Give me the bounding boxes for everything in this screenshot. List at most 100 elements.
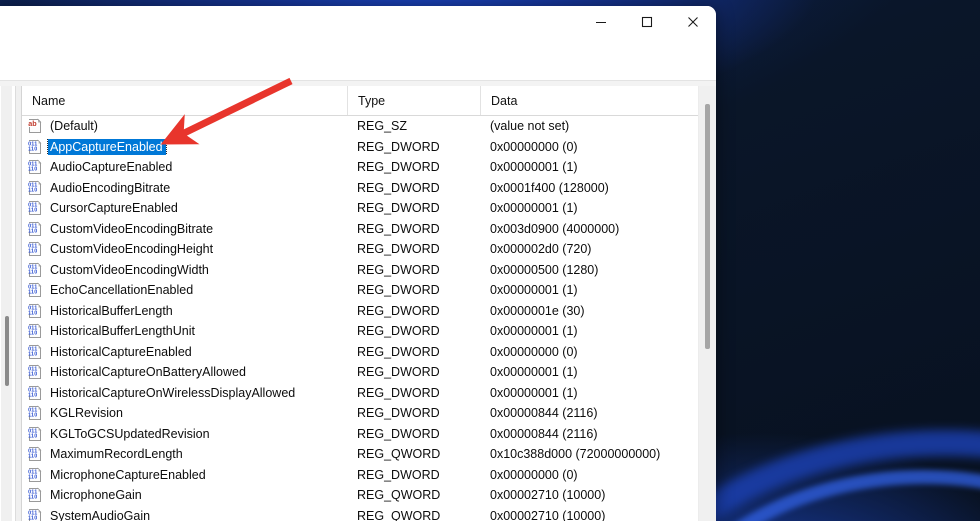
cell-name[interactable]: 011110CustomVideoEncodingHeight <box>22 241 347 257</box>
cell-name[interactable]: 011110SystemAudioGain <box>22 508 347 521</box>
table-row[interactable]: 011110CustomVideoEncodingHeightREG_DWORD… <box>22 239 716 260</box>
list-column-header: Name Type Data <box>22 86 716 116</box>
close-button[interactable] <box>670 6 716 38</box>
cell-name[interactable]: 011110HistoricalBufferLength <box>22 303 347 319</box>
cell-name[interactable]: 011110AudioCaptureEnabled <box>22 159 347 175</box>
value-type-label: REG_DWORD <box>347 365 480 379</box>
cell-name[interactable]: 011110HistoricalCaptureOnWirelessDisplay… <box>22 385 347 401</box>
value-type-label: REG_DWORD <box>347 345 480 359</box>
cell-name[interactable]: 011110CursorCaptureEnabled <box>22 200 347 216</box>
value-data-label: 0x00002710 (10000) <box>480 488 716 502</box>
binary-value-icon: 011110 <box>27 364 43 380</box>
cell-name[interactable]: 011110CustomVideoEncodingWidth <box>22 262 347 278</box>
value-data-label: 0x0000001e (30) <box>480 304 716 318</box>
table-row[interactable]: 011110AudioEncodingBitrateREG_DWORD0x000… <box>22 178 716 199</box>
table-row[interactable]: 011110KGLToGCSUpdatedRevisionREG_DWORD0x… <box>22 424 716 445</box>
binary-value-icon: 011110 <box>27 139 43 155</box>
cell-name[interactable]: 011110KGLRevision <box>22 405 347 421</box>
value-name-label: AudioEncodingBitrate <box>48 180 173 196</box>
string-value-icon: ab <box>27 118 43 134</box>
cell-name[interactable]: 011110KGLToGCSUpdatedRevision <box>22 426 347 442</box>
svg-text:110: 110 <box>28 310 37 316</box>
table-row[interactable]: 011110AppCaptureEnabledREG_DWORD0x000000… <box>22 137 716 158</box>
table-row[interactable]: 011110SystemAudioGainREG_QWORD0x00002710… <box>22 506 716 521</box>
binary-value-icon: 011110 <box>27 446 43 462</box>
table-row[interactable]: 011110MaximumRecordLengthREG_QWORD0x10c3… <box>22 444 716 465</box>
value-name-label: KGLRevision <box>48 405 126 421</box>
maximize-button[interactable] <box>624 6 670 38</box>
value-name-label: HistoricalCaptureOnBatteryAllowed <box>48 364 249 380</box>
column-header-type-label: Type <box>358 94 385 108</box>
table-row[interactable]: 011110CursorCaptureEnabledREG_DWORD0x000… <box>22 198 716 219</box>
binary-value-icon: 011110 <box>27 221 43 237</box>
value-data-label: 0x00000001 (1) <box>480 283 716 297</box>
values-list-pane[interactable]: Name Type Data ab (Default) REG_SZ(value n… <box>21 86 716 521</box>
column-header-name[interactable]: Name <box>22 86 347 115</box>
table-row[interactable]: 011110AudioCaptureEnabledREG_DWORD0x0000… <box>22 157 716 178</box>
value-data-label: 0x00000001 (1) <box>480 365 716 379</box>
values-list-scrollbar[interactable] <box>698 86 716 521</box>
table-row[interactable]: 011110EchoCancellationEnabledREG_DWORD0x… <box>22 280 716 301</box>
value-data-label: (value not set) <box>480 119 716 133</box>
table-row[interactable]: 011110CustomVideoEncodingWidthREG_DWORD0… <box>22 260 716 281</box>
cell-name[interactable]: ab (Default) <box>22 118 347 134</box>
table-row[interactable]: 011110HistoricalCaptureEnabledREG_DWORD0… <box>22 342 716 363</box>
table-row[interactable]: 011110MicrophoneCaptureEnabledREG_DWORD0… <box>22 465 716 486</box>
table-row[interactable]: 011110HistoricalBufferLengthUnitREG_DWOR… <box>22 321 716 342</box>
registry-editor-window: Name Type Data ab (Default) REG_SZ(value n… <box>0 6 716 521</box>
table-row[interactable]: 011110MicrophoneGainREG_QWORD0x00002710 … <box>22 485 716 506</box>
svg-text:110: 110 <box>28 249 37 255</box>
cell-name[interactable]: 011110MaximumRecordLength <box>22 446 347 462</box>
svg-text:110: 110 <box>28 433 37 439</box>
value-data-label: 0x00000844 (2116) <box>480 406 716 420</box>
key-tree-pane[interactable] <box>0 86 16 521</box>
column-header-data[interactable]: Data <box>480 86 716 115</box>
column-header-type[interactable]: Type <box>347 86 480 115</box>
value-type-label: REG_DWORD <box>347 406 480 420</box>
cell-name[interactable]: 011110HistoricalBufferLengthUnit <box>22 323 347 339</box>
cell-name[interactable]: 011110AppCaptureEnabled <box>22 139 347 155</box>
value-data-label: 0x00002710 (10000) <box>480 509 716 521</box>
minimize-icon <box>595 16 607 28</box>
cell-name[interactable]: 011110 CustomVideoEncodingBitrate <box>22 221 347 237</box>
svg-text:110: 110 <box>28 351 37 357</box>
key-tree-scrollbar[interactable] <box>1 86 12 521</box>
binary-value-icon: 011110 <box>27 426 43 442</box>
svg-text:110: 110 <box>28 454 37 460</box>
binary-value-icon: 011110 <box>27 364 43 380</box>
table-row[interactable]: 011110HistoricalCaptureOnWirelessDisplay… <box>22 383 716 404</box>
value-type-label: REG_DWORD <box>347 427 480 441</box>
value-type-label: REG_QWORD <box>347 447 480 461</box>
menu-bar-area <box>0 46 716 80</box>
cell-name[interactable]: 011110MicrophoneGain <box>22 487 347 503</box>
cell-name[interactable]: 011110 MicrophoneCaptureEnabled <box>22 467 347 483</box>
value-name-label: EchoCancellationEnabled <box>48 282 196 298</box>
value-name-label: (Default) <box>48 118 101 134</box>
binary-value-icon: 011110 <box>27 508 43 521</box>
cell-name[interactable]: 011110AudioEncodingBitrate <box>22 180 347 196</box>
value-name-label: CustomVideoEncodingBitrate <box>48 221 216 237</box>
value-type-label: REG_DWORD <box>347 140 480 154</box>
table-row[interactable]: 011110KGLRevisionREG_DWORD0x00000844 (21… <box>22 403 716 424</box>
svg-text:110: 110 <box>28 228 37 234</box>
value-name-label: AudioCaptureEnabled <box>48 159 175 175</box>
cell-name[interactable]: 011110HistoricalCaptureEnabled <box>22 344 347 360</box>
key-tree-scrollbar-thumb[interactable] <box>5 316 9 386</box>
screen: Name Type Data ab (Default) REG_SZ(value n… <box>0 0 980 521</box>
cell-name[interactable]: 011110EchoCancellationEnabled <box>22 282 347 298</box>
binary-value-icon: 011110 <box>27 303 43 319</box>
binary-value-icon: 011110 <box>27 487 43 503</box>
table-row[interactable]: ab (Default) REG_SZ(value not set) <box>22 116 716 137</box>
value-name-label: MicrophoneCaptureEnabled <box>48 467 209 483</box>
table-row[interactable]: 011110HistoricalBufferLengthREG_DWORD0x0… <box>22 301 716 322</box>
value-type-label: REG_DWORD <box>347 242 480 256</box>
values-list-scrollbar-thumb[interactable] <box>705 104 710 349</box>
table-row[interactable]: 011110CustomVideoEncodingBitrateREG_DWOR… <box>22 219 716 240</box>
svg-text:110: 110 <box>28 187 37 193</box>
minimize-button[interactable] <box>578 6 624 38</box>
table-row[interactable]: 011110 HistoricalCaptureOnBatteryAllowed R… <box>22 362 716 383</box>
binary-value-icon: 011110 <box>27 467 43 483</box>
binary-value-icon: 011110 <box>27 221 43 237</box>
value-type-label: REG_SZ <box>347 119 480 133</box>
cell-name[interactable]: 011110 HistoricalCaptureOnBatteryAllowed <box>22 364 347 380</box>
